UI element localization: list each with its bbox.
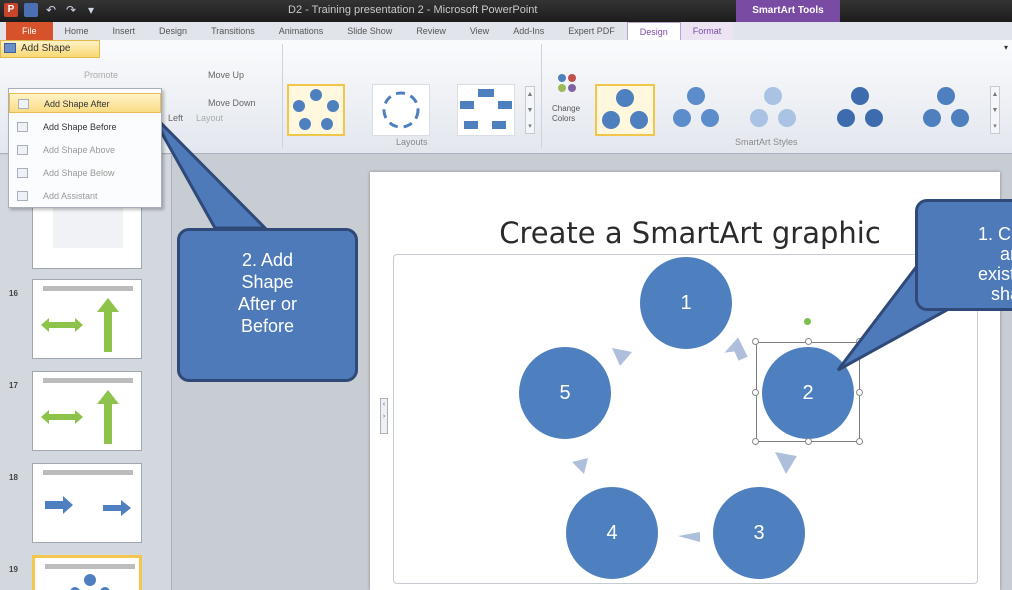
menu-item-label: Add Shape Below: [43, 168, 115, 178]
add-above-icon: [17, 145, 28, 155]
add-before-icon: [17, 122, 28, 132]
menu-item-add-shape-before[interactable]: Add Shape Before: [9, 117, 161, 137]
callout-line: exist: [978, 264, 1012, 284]
callout-line: Before: [240, 316, 295, 336]
callout-line: 2. Add: [241, 250, 294, 270]
menu-item-label: Add Assistant: [43, 191, 98, 201]
menu-item-label: Add Shape After: [44, 99, 110, 109]
powerpoint-window: P ↶ ↷ ▾ D2 - Training presentation 2 - M…: [0, 0, 1012, 590]
menu-item-add-shape-above[interactable]: Add Shape Above: [9, 140, 161, 160]
callout-line: shap: [991, 284, 1012, 304]
add-shape-menu: Add Shape After Add Shape Before Add Sha…: [8, 88, 162, 208]
callout-line: 1. Cl: [978, 224, 1012, 244]
add-below-icon: [17, 168, 28, 178]
callout-line: ar: [1000, 244, 1012, 264]
menu-item-add-shape-below[interactable]: Add Shape Below: [9, 163, 161, 183]
menu-item-label: Add Shape Above: [43, 145, 116, 155]
callout-add-shape: 2. Add Shape After or Before: [177, 228, 358, 382]
menu-item-add-shape-after[interactable]: Add Shape After: [9, 93, 161, 113]
add-after-icon: [18, 99, 29, 109]
menu-item-label: Add Shape Before: [43, 122, 117, 132]
callout-pointer-add-shape: [148, 110, 269, 230]
callout-click-shape: 1. Cl ar exist shap: [915, 199, 1012, 311]
callout-line: After or: [237, 294, 298, 314]
menu-item-add-assistant[interactable]: Add Assistant: [9, 186, 161, 206]
add-assistant-icon: [17, 191, 28, 201]
callout-line: Shape: [241, 272, 294, 292]
